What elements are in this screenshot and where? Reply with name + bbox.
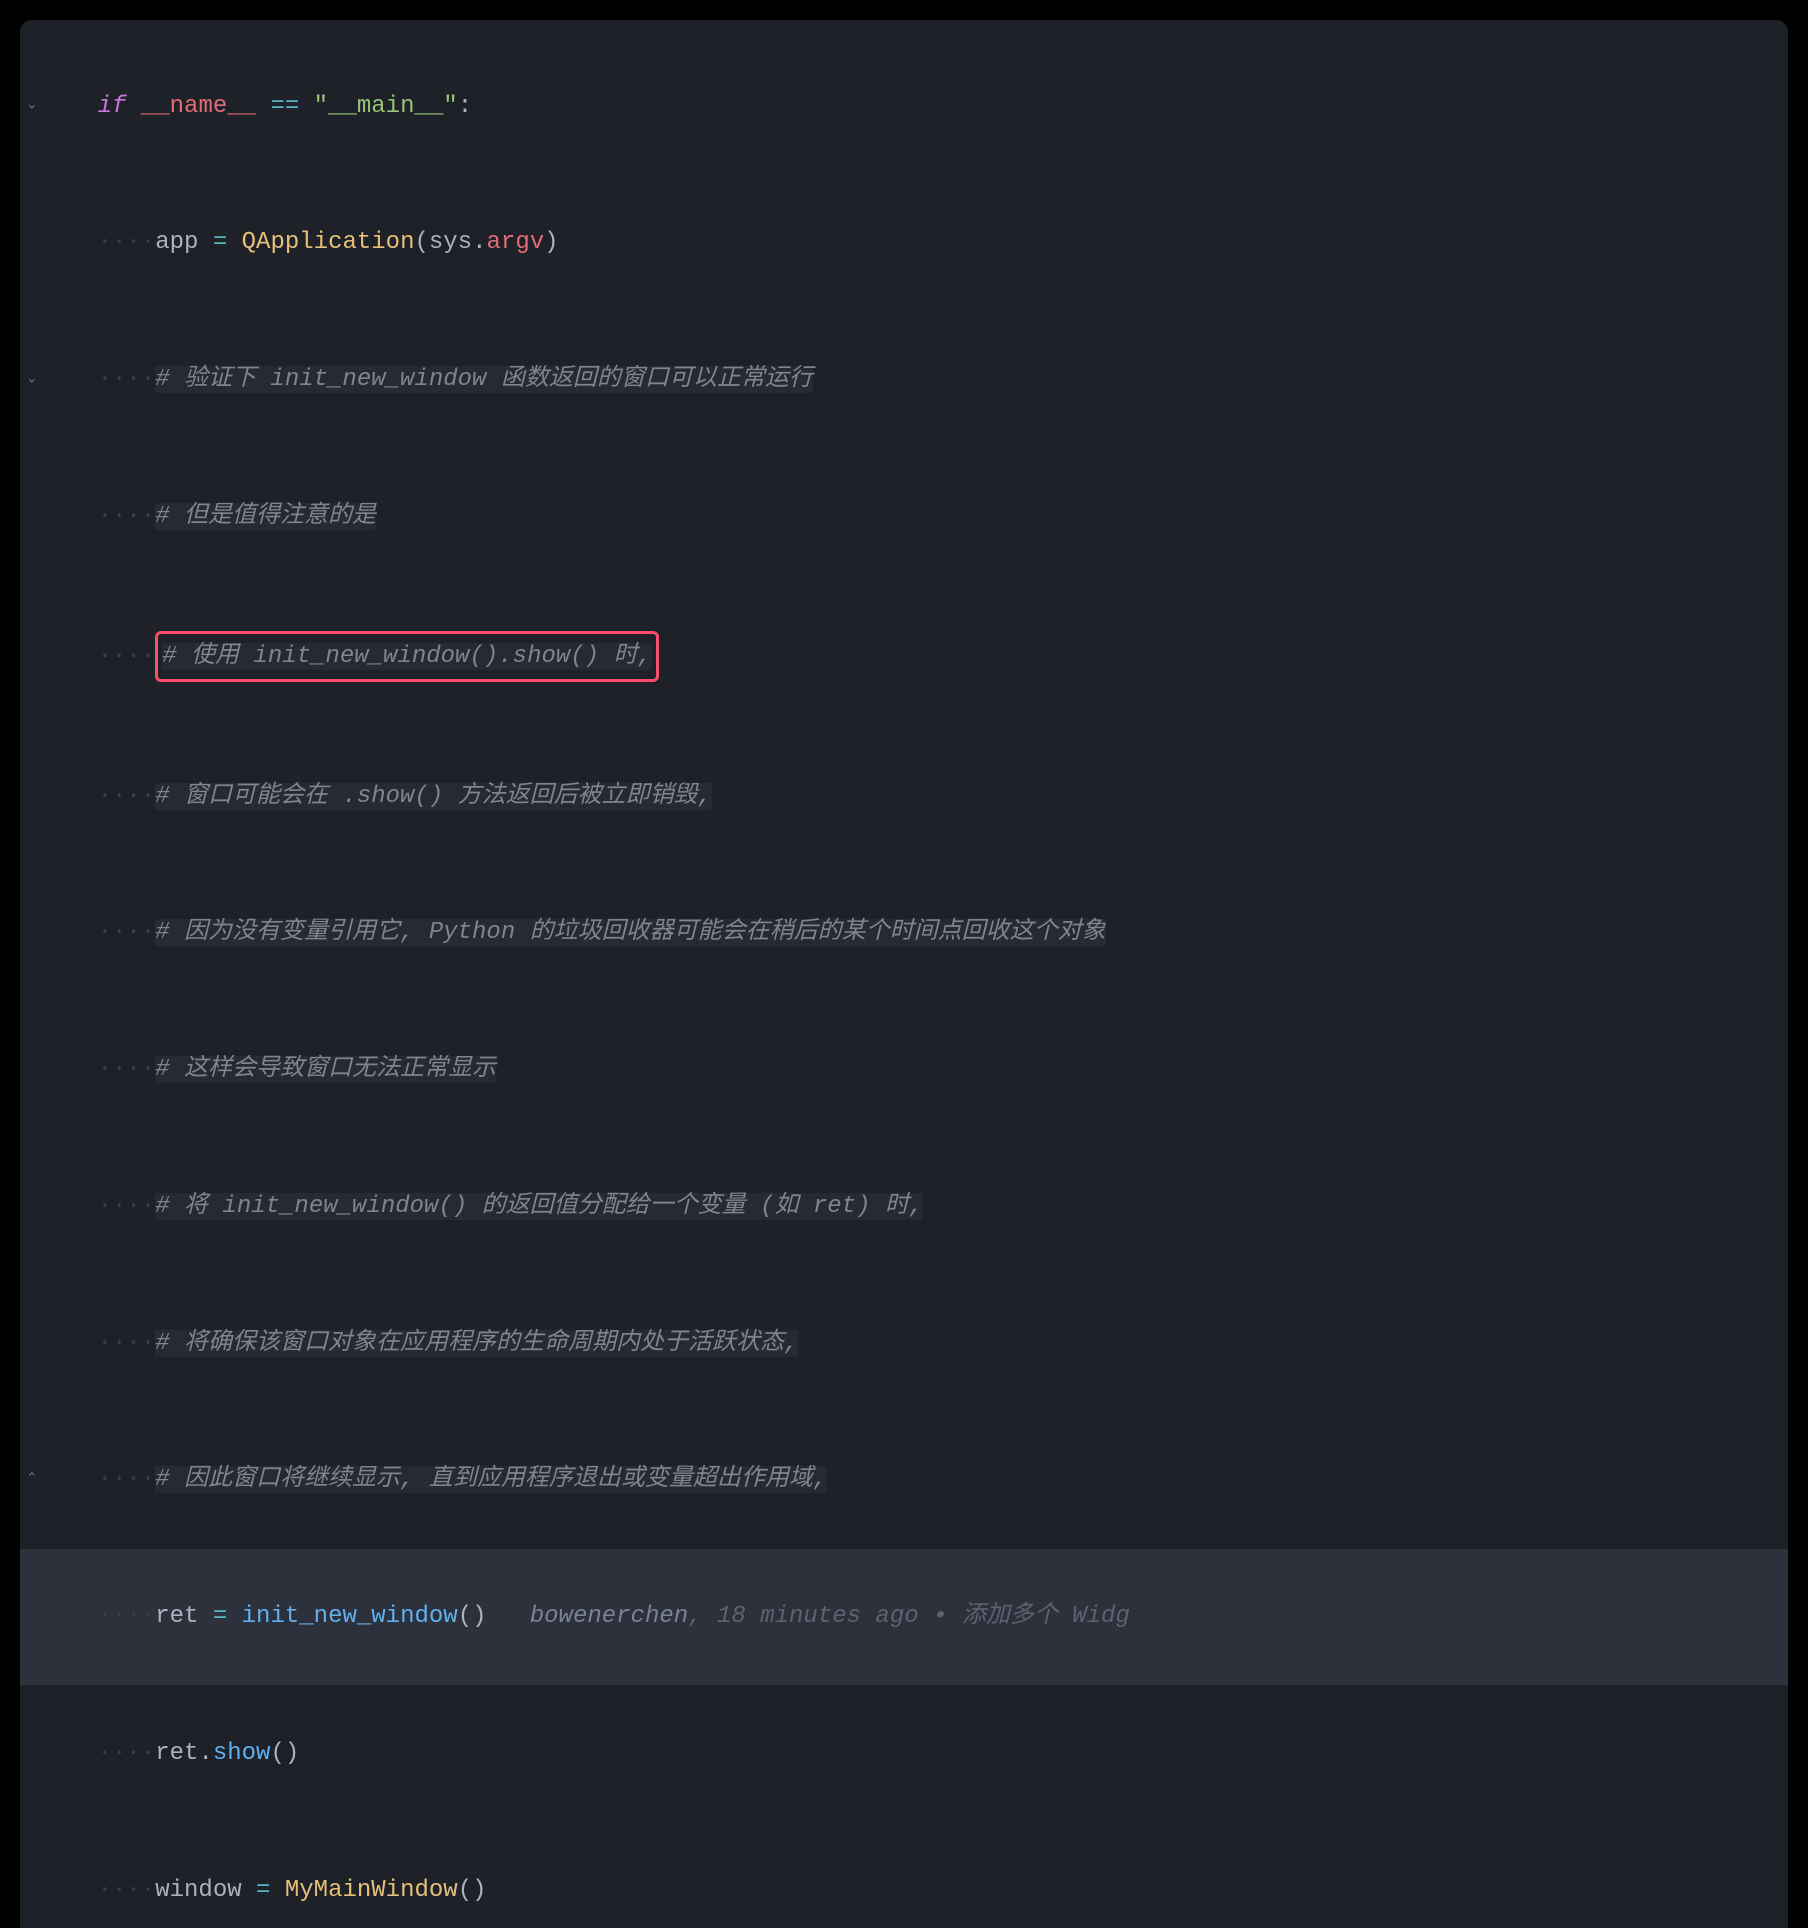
code-editor[interactable]: ⌄if __name__ == "__main__": ····app = QA… <box>20 20 1788 1928</box>
var-ret: ret <box>155 1603 198 1630</box>
whitespace: ···· <box>98 643 156 670</box>
code-line[interactable]: ⌃ ····# 因此窗口将继续显示, 直到应用程序退出或变量超出作用域, <box>20 1412 1788 1549</box>
code-line[interactable]: ····app = QApplication(sys.argv) <box>20 175 1788 312</box>
blame-sep: , <box>688 1603 717 1630</box>
comment: # 这样会导致窗口无法正常显示 <box>155 1056 496 1083</box>
whitespace: ···· <box>98 919 156 946</box>
string-main: "__main__" <box>314 93 458 120</box>
code-line-current[interactable]: ····ret = init_new_window() bowenerchen,… <box>20 1549 1788 1686</box>
lparen: ( <box>414 229 428 256</box>
class-mymainwindow: MyMainWindow <box>285 1877 458 1904</box>
code-line[interactable]: ····ret.show() <box>20 1685 1788 1822</box>
highlight-annotation: # 使用 init_new_window().show() 时, <box>155 631 659 683</box>
var-app: app <box>155 229 198 256</box>
whitespace: ···· <box>98 1740 156 1767</box>
code-line[interactable]: ····# 使用 init_new_window().show() 时, <box>20 585 1788 728</box>
comment: # 验证下 init_new_window 函数返回的窗口可以正常运行 <box>155 366 813 393</box>
whitespace <box>227 1603 241 1630</box>
whitespace: ···· <box>98 1330 156 1357</box>
code-line[interactable]: ····# 将确保该窗口对象在应用程序的生命周期内处于活跃状态, <box>20 1275 1788 1412</box>
whitespace: ···· <box>98 366 156 393</box>
code-line[interactable]: ⌄ if __name__ == "__main__": <box>20 38 1788 175</box>
operator-eq: == <box>270 93 299 120</box>
comment: # 因为没有变量引用它, Python 的垃圾回收器可能会在稍后的某个时间点回收… <box>155 919 1105 946</box>
whitespace: ···· <box>98 1466 156 1493</box>
fold-icon[interactable]: ⌃ <box>26 1467 38 1494</box>
whitespace <box>242 1877 256 1904</box>
whitespace: ···· <box>98 503 156 530</box>
colon: : <box>458 93 472 120</box>
code-line[interactable]: ····# 但是值得注意的是 <box>20 448 1788 585</box>
whitespace <box>198 229 212 256</box>
operator-assign: = <box>213 229 227 256</box>
whitespace: ···· <box>98 783 156 810</box>
whitespace: ···· <box>98 1603 156 1630</box>
code-line[interactable]: ····# 窗口可能会在 .show() 方法返回后被立即销毁, <box>20 728 1788 865</box>
rparen: ) <box>472 1603 486 1630</box>
whitespace <box>487 1603 530 1630</box>
lparen: ( <box>458 1603 472 1630</box>
class-qapplication: QApplication <box>242 229 415 256</box>
var-window: window <box>155 1877 241 1904</box>
whitespace <box>227 229 241 256</box>
code-line[interactable]: ····# 将 init_new_window() 的返回值分配给一个变量 (如… <box>20 1138 1788 1275</box>
operator-assign: = <box>213 1603 227 1630</box>
comment: # 但是值得注意的是 <box>155 503 376 530</box>
lparen: ( <box>270 1740 284 1767</box>
dot: . <box>198 1740 212 1767</box>
method-show: show <box>213 1740 271 1767</box>
var-ret: ret <box>155 1740 198 1767</box>
fold-icon[interactable]: ⌄ <box>26 367 38 394</box>
dot: . <box>472 229 486 256</box>
blame-time: 18 minutes ago <box>717 1603 919 1630</box>
whitespace <box>126 93 140 120</box>
module-sys: sys <box>429 229 472 256</box>
whitespace: ···· <box>98 1193 156 1220</box>
keyword-if: if <box>98 93 127 120</box>
blame-author: bowenerchen <box>530 1603 688 1630</box>
whitespace <box>198 1603 212 1630</box>
code-line[interactable]: ····window = MyMainWindow() <box>20 1822 1788 1928</box>
whitespace <box>299 93 313 120</box>
operator-assign: = <box>256 1877 270 1904</box>
git-blame-annotation[interactable]: bowenerchen, 18 minutes ago • 添加多个 Widg <box>530 1603 1130 1630</box>
code-line[interactable]: ····# 因为没有变量引用它, Python 的垃圾回收器可能会在稍后的某个时… <box>20 865 1788 1002</box>
comment: # 将 init_new_window() 的返回值分配给一个变量 (如 ret… <box>155 1193 923 1220</box>
lparen: ( <box>458 1877 472 1904</box>
code-line[interactable]: ⌄ ····# 验证下 init_new_window 函数返回的窗口可以正常运行 <box>20 312 1788 449</box>
blame-message: 添加多个 Widg <box>962 1603 1130 1630</box>
rparen: ) <box>472 1877 486 1904</box>
whitespace: ···· <box>98 1877 156 1904</box>
comment: # 窗口可能会在 .show() 方法返回后被立即销毁, <box>155 783 712 810</box>
comment: # 将确保该窗口对象在应用程序的生命周期内处于活跃状态, <box>155 1330 798 1357</box>
dunder-name: __name__ <box>141 93 256 120</box>
code-line[interactable]: ····# 这样会导致窗口无法正常显示 <box>20 1001 1788 1138</box>
rparen: ) <box>285 1740 299 1767</box>
comment: # 因此窗口将继续显示, 直到应用程序退出或变量超出作用域, <box>155 1466 827 1493</box>
comment: # 使用 init_new_window().show() 时, <box>162 643 652 670</box>
blame-dot: • <box>919 1603 962 1630</box>
whitespace: ···· <box>98 1056 156 1083</box>
whitespace <box>256 93 270 120</box>
attr-argv: argv <box>487 229 545 256</box>
whitespace <box>270 1877 284 1904</box>
fold-icon[interactable]: ⌄ <box>26 93 38 120</box>
whitespace: ···· <box>98 229 156 256</box>
fn-init-new-window: init_new_window <box>242 1603 458 1630</box>
rparen: ) <box>544 229 558 256</box>
